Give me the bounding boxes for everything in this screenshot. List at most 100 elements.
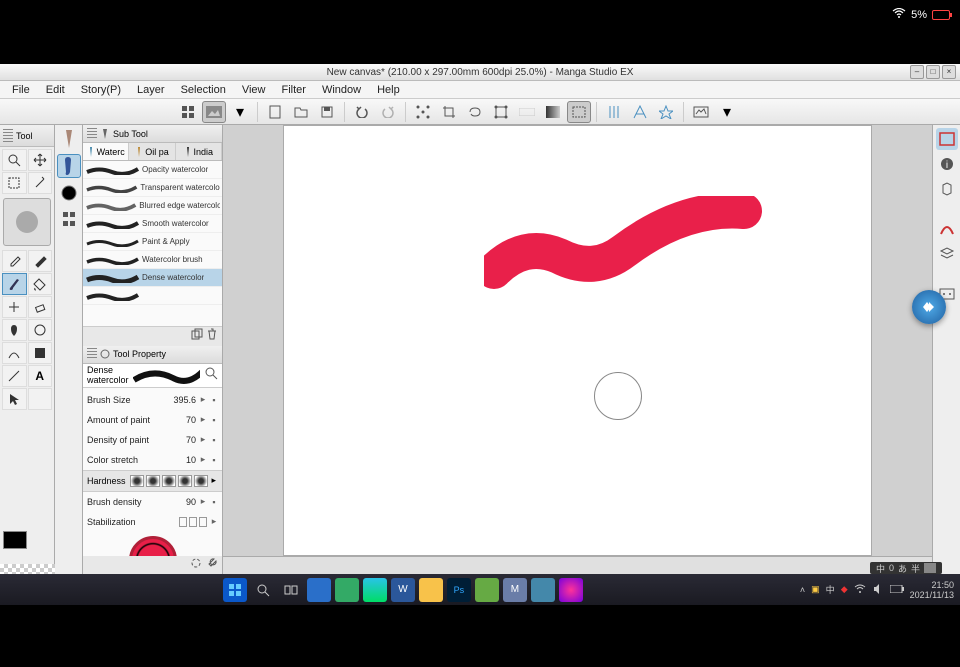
brush-paint-apply[interactable]: Paint & Apply xyxy=(83,233,222,251)
wrench-icon[interactable] xyxy=(206,556,218,574)
blend-tool[interactable] xyxy=(28,319,53,341)
move-tool[interactable] xyxy=(28,149,53,171)
tray-icon-1[interactable]: ▣ xyxy=(811,584,820,595)
tray-chevron-icon[interactable]: ˄ xyxy=(800,585,805,595)
stepper-icon[interactable]: ▸ xyxy=(199,394,207,405)
text-tool[interactable]: A xyxy=(28,365,53,387)
taskbar-app-word[interactable]: W xyxy=(391,578,415,602)
tray-icon-2[interactable]: ◆ xyxy=(841,584,848,595)
stepper-icon[interactable]: ▸ xyxy=(199,414,207,425)
filter-icon[interactable] xyxy=(689,101,713,123)
menu-layer[interactable]: Layer xyxy=(129,84,173,96)
stab-tick-2[interactable] xyxy=(189,517,197,527)
minimize-button[interactable]: – xyxy=(910,65,924,79)
layer-icon[interactable] xyxy=(936,243,958,265)
taskbar-app-2[interactable] xyxy=(335,578,359,602)
menu-story[interactable]: Story(P) xyxy=(73,84,129,96)
stepper-icon[interactable]: ▸ xyxy=(199,496,207,507)
fill-tool[interactable] xyxy=(28,273,53,295)
pen-tool[interactable] xyxy=(28,250,53,272)
taskbar-clock[interactable]: 21:50 2021/11/13 xyxy=(910,580,954,600)
config-icon[interactable]: ▪ xyxy=(210,395,218,405)
wand-tool[interactable] xyxy=(28,172,53,194)
duplicate-icon[interactable] xyxy=(191,327,203,345)
brush-blurred-edge[interactable]: Blurred edge watercolor xyxy=(83,197,222,215)
menu-file[interactable]: File xyxy=(4,84,38,96)
info-icon[interactable]: i xyxy=(936,153,958,175)
stepper-icon[interactable]: ▸ xyxy=(199,454,207,465)
detail-icon[interactable] xyxy=(200,366,222,385)
stab-tick-3[interactable] xyxy=(199,517,207,527)
gradient-icon[interactable] xyxy=(541,101,565,123)
gradient-tool[interactable] xyxy=(2,319,27,341)
menu-help[interactable]: Help xyxy=(369,84,408,96)
tray-language[interactable]: 中 xyxy=(826,583,835,596)
tab-watercolor[interactable]: Waterc xyxy=(83,143,129,160)
lasso-icon[interactable] xyxy=(463,101,487,123)
brush-opacity-watercolor[interactable]: Opacity watercolor xyxy=(83,161,222,179)
line-tool[interactable] xyxy=(2,365,27,387)
color-wheel-knob[interactable] xyxy=(129,536,177,557)
frame-tool[interactable] xyxy=(28,342,53,364)
new-file-icon[interactable] xyxy=(263,101,287,123)
brush-more[interactable] xyxy=(83,287,222,305)
selection-tool[interactable] xyxy=(2,172,27,194)
brush-tool[interactable] xyxy=(2,273,27,295)
floating-assistant-icon[interactable] xyxy=(912,290,946,324)
snap-perspective-icon[interactable] xyxy=(628,101,652,123)
ruler-icon[interactable] xyxy=(515,101,539,123)
tray-volume-icon[interactable] xyxy=(872,583,884,597)
tray-battery-icon[interactable] xyxy=(890,585,904,595)
stepper-icon[interactable]: ▸ xyxy=(212,475,217,486)
config-icon[interactable]: ▪ xyxy=(210,455,218,465)
eraser-tool[interactable] xyxy=(28,296,53,318)
trash-icon[interactable] xyxy=(206,327,218,345)
snap-special-icon[interactable] xyxy=(654,101,678,123)
search-button[interactable] xyxy=(251,578,275,602)
subtool-panel-title[interactable]: Sub Tool xyxy=(83,125,222,143)
canvas[interactable] xyxy=(283,125,872,556)
item-bank-icon[interactable] xyxy=(936,178,958,200)
eyedropper-tool[interactable] xyxy=(2,250,27,272)
hardness-swatch-3[interactable] xyxy=(162,475,176,487)
dropdown-arrow-icon-2[interactable]: ▾ xyxy=(715,101,739,123)
menu-selection[interactable]: Selection xyxy=(173,84,234,96)
hardness-swatch-5[interactable] xyxy=(194,475,208,487)
config-icon[interactable]: ▪ xyxy=(210,497,218,507)
taskbar-app-8[interactable] xyxy=(531,578,555,602)
tab-india-ink[interactable]: India xyxy=(176,143,222,160)
save-icon[interactable] xyxy=(315,101,339,123)
snap-grid-icon[interactable] xyxy=(602,101,626,123)
stepper-icon[interactable]: ▸ xyxy=(210,516,218,527)
handles-icon[interactable] xyxy=(411,101,435,123)
navigator-joystick[interactable] xyxy=(3,198,51,246)
tool-panel-header[interactable]: Tool xyxy=(0,125,54,147)
taskbar-app-1[interactable] xyxy=(307,578,331,602)
decoration-category-icon[interactable] xyxy=(57,208,81,232)
close-button[interactable]: × xyxy=(942,65,956,79)
menu-view[interactable]: View xyxy=(234,84,274,96)
start-button[interactable] xyxy=(223,578,247,602)
cursor-tool[interactable] xyxy=(2,388,27,410)
undo-icon[interactable] xyxy=(350,101,374,123)
taskbar-app-manga[interactable]: M xyxy=(503,578,527,602)
quick-access-icon[interactable] xyxy=(936,218,958,240)
redo-icon[interactable] xyxy=(376,101,400,123)
menu-window[interactable]: Window xyxy=(314,84,369,96)
airbrush-category-icon[interactable] xyxy=(57,181,81,205)
magnify-tool[interactable] xyxy=(2,149,27,171)
brush-category-icon[interactable] xyxy=(57,154,81,178)
stab-tick-1[interactable] xyxy=(179,517,187,527)
hardness-swatch-1[interactable] xyxy=(130,475,144,487)
taskbar-app-paint[interactable] xyxy=(475,578,499,602)
toolproperty-panel-title[interactable]: Tool Property xyxy=(83,346,222,364)
hardness-swatch-2[interactable] xyxy=(146,475,160,487)
taskbar-app-9[interactable] xyxy=(559,578,583,602)
brush-smooth-watercolor[interactable]: Smooth watercolor xyxy=(83,215,222,233)
marquee-icon[interactable] xyxy=(567,101,591,123)
reset-icon[interactable] xyxy=(190,556,202,574)
navigator-icon[interactable] xyxy=(936,128,958,150)
taskbar-app-ps[interactable]: Ps xyxy=(447,578,471,602)
config-icon[interactable]: ▪ xyxy=(210,435,218,445)
pencil-category-icon[interactable] xyxy=(57,127,81,151)
